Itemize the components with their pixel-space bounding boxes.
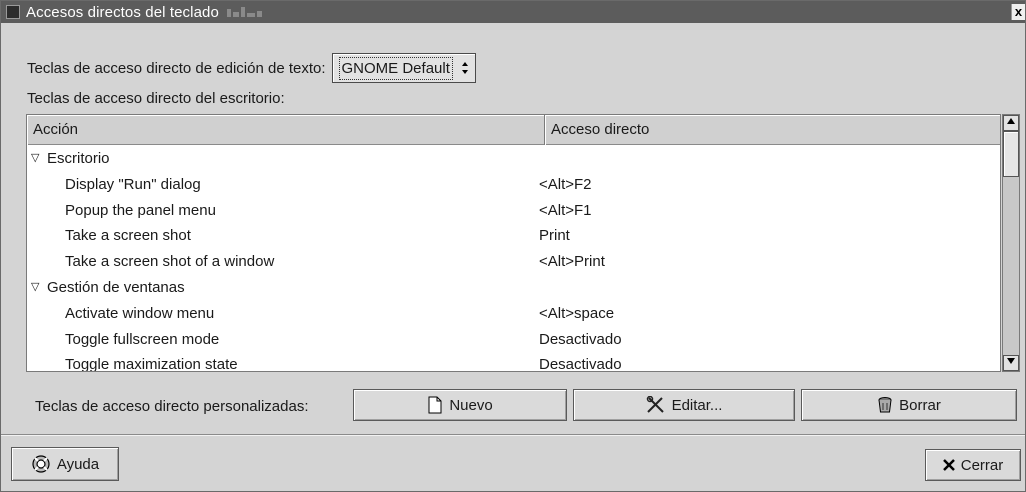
window-menu-icon[interactable] [6,5,20,19]
scroll-down-arrow-icon[interactable] [1003,355,1019,371]
tree-row-label: Toggle fullscreen mode [65,330,220,348]
window-title: Accesos directos del teclado [26,3,219,21]
expander-open-icon[interactable]: ▽ [31,146,39,172]
new-shortcut-button[interactable]: Nuevo [353,389,567,421]
tree-row-shortcut: <Alt>F2 [539,175,592,193]
tree-row-shortcut: <Alt>Print [539,253,605,271]
text-edit-combo[interactable]: GNOME Default [331,53,476,83]
tree-row[interactable]: Take a screen shot of a window <Alt>Prin… [27,249,1000,275]
trash-icon [877,396,893,414]
tree-scrollbar[interactable] [1002,114,1020,372]
lifebuoy-icon [31,454,51,474]
tree-row[interactable]: Activate window menu <Alt>space [27,301,1000,327]
help-label: Ayuda [56,455,100,473]
tree-row-shortcut: Desactivado [539,356,622,372]
scrollbar-thumb[interactable] [1003,131,1019,177]
edit-shortcut-button[interactable]: Editar... [573,389,795,421]
tree-row-label: Gestión de ventanas [47,278,185,296]
tree-row-label: Popup the panel menu [65,201,216,219]
tree-row-group[interactable]: ▽ Escritorio [27,146,1000,172]
tree-row-shortcut: <Alt>space [539,304,615,322]
delete-shortcut-label: Borrar [899,396,941,414]
combo-arrows-icon [461,61,469,75]
close-x-icon [942,459,955,471]
tree-body: ▽ Escritorio Display "Run" dialog <Alt>F… [27,146,1000,372]
tree-row[interactable]: Toggle maximization state Desactivado [27,352,1000,372]
desktop-shortcuts-label: Teclas de acceso directo del escritorio: [27,90,285,107]
tree-row-label: Activate window menu [65,304,215,322]
footer-separator [1,434,1025,436]
text-edit-label: Teclas de acceso directo de edición de t… [27,59,326,77]
tree-row-label: Take a screen shot [65,227,191,245]
title-decoration [226,7,262,17]
tree-row-group[interactable]: ▽ Gestión de ventanas [27,275,1000,301]
tree-row-shortcut: <Alt>F1 [539,201,592,219]
scroll-up-arrow-icon[interactable] [1003,115,1019,131]
window-close-button[interactable]: x [1011,4,1025,20]
custom-shortcuts-label: Teclas de acceso directo personalizadas: [35,398,309,415]
tree-row[interactable]: Popup the panel menu <Alt>F1 [27,198,1000,224]
tree-row-label: Escritorio [47,150,110,167]
tree-row[interactable]: Display "Run" dialog <Alt>F2 [27,172,1000,198]
title-bar[interactable]: Accesos directos del teclado x [1,1,1025,23]
document-new-icon [427,396,443,414]
tree-row[interactable]: Take a screen shot Print [27,223,1000,249]
tree-row-shortcut: Print [539,227,570,245]
tools-icon [646,396,666,414]
delete-shortcut-button[interactable]: Borrar [801,389,1017,421]
close-button[interactable]: Cerrar [925,449,1021,481]
tree-row-label: Display "Run" dialog [65,175,201,193]
column-header-action[interactable]: Acción [27,115,545,145]
tree-row-label: Take a screen shot of a window [65,253,275,271]
new-shortcut-label: Nuevo [449,396,493,414]
column-header-shortcut[interactable]: Acceso directo [545,115,1000,145]
edit-shortcut-label: Editar... [671,396,723,414]
tree-header: Acción Acceso directo [27,115,1000,145]
text-edit-combo-value: GNOME Default [338,56,453,80]
keyboard-shortcuts-window: Accesos directos del teclado x Teclas de… [0,0,1026,492]
close-label: Cerrar [960,456,1004,474]
tree-row-label: Toggle maximization state [65,356,238,372]
expander-open-icon[interactable]: ▽ [31,275,39,301]
shortcuts-tree[interactable]: Acción Acceso directo ▽ Escritorio Displ… [26,114,1001,372]
tree-row-shortcut: Desactivado [539,330,622,348]
text-edit-row: Teclas de acceso directo de edición de t… [27,53,476,83]
help-button[interactable]: Ayuda [11,447,119,481]
tree-row[interactable]: Toggle fullscreen mode Desactivado [27,327,1000,353]
